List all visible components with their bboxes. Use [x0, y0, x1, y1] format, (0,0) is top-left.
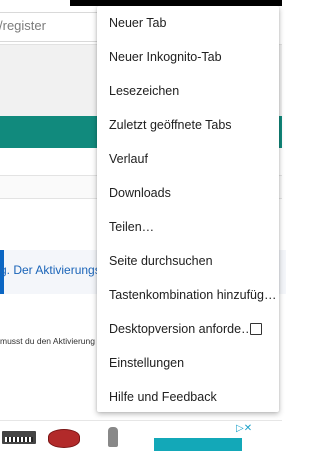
- menu-item-desktop-site[interactable]: Desktopversion anforde…: [97, 312, 279, 346]
- ad-banner[interactable]: ▷✕: [0, 420, 282, 451]
- menu-item-label: Einstellungen: [109, 356, 185, 370]
- menu-item-help-feedback[interactable]: Hilfe und Feedback: [97, 380, 279, 414]
- menu-item-new-tab[interactable]: Neuer Tab: [97, 6, 279, 40]
- menu-item-label: Seite durchsuchen: [109, 254, 213, 268]
- microphone-image: [108, 427, 118, 447]
- ad-close-icon[interactable]: ▷✕: [236, 423, 258, 434]
- menu-item-add-shortcut[interactable]: Tastenkombination hinzufüg…: [97, 278, 279, 312]
- menu-item-history[interactable]: Verlauf: [97, 142, 279, 176]
- menu-item-label: Neuer Inkognito-Tab: [109, 50, 222, 64]
- menu-item-new-incognito-tab[interactable]: Neuer Inkognito-Tab: [97, 40, 279, 74]
- menu-item-bookmarks[interactable]: Lesezeichen: [97, 74, 279, 108]
- activation-link-text[interactable]: g. Der Aktivierungsli: [0, 263, 106, 277]
- ad-cta-button[interactable]: [154, 438, 242, 451]
- address-bar-text[interactable]: /register: [0, 18, 46, 33]
- drum-image: [48, 429, 80, 448]
- menu-item-label: Teilen…: [109, 220, 155, 234]
- menu-item-label: Tastenkombination hinzufüg…: [109, 288, 277, 302]
- menu-item-label: Lesezeichen: [109, 84, 180, 98]
- menu-item-label: Downloads: [109, 186, 171, 200]
- menu-item-recent-tabs[interactable]: Zuletzt geöffnete Tabs: [97, 108, 279, 142]
- menu-item-share[interactable]: Teilen…: [97, 210, 279, 244]
- desktop-site-checkbox[interactable]: [250, 323, 262, 335]
- menu-item-settings[interactable]: Einstellungen: [97, 346, 279, 380]
- menu-item-label: Verlauf: [109, 152, 148, 166]
- menu-item-find-in-page[interactable]: Seite durchsuchen: [97, 244, 279, 278]
- activation-note: musst du den Aktivierung: [0, 336, 95, 346]
- synthesizer-image: [2, 431, 36, 444]
- menu-item-label: Desktopversion anforde…: [109, 322, 254, 336]
- menu-item-label: Neuer Tab: [109, 16, 167, 30]
- menu-item-downloads[interactable]: Downloads: [97, 176, 279, 210]
- menu-item-label: Zuletzt geöffnete Tabs: [109, 118, 232, 132]
- menu-item-label: Hilfe und Feedback: [109, 390, 217, 404]
- overflow-menu: Neuer Tab Neuer Inkognito-Tab Lesezeiche…: [97, 6, 279, 412]
